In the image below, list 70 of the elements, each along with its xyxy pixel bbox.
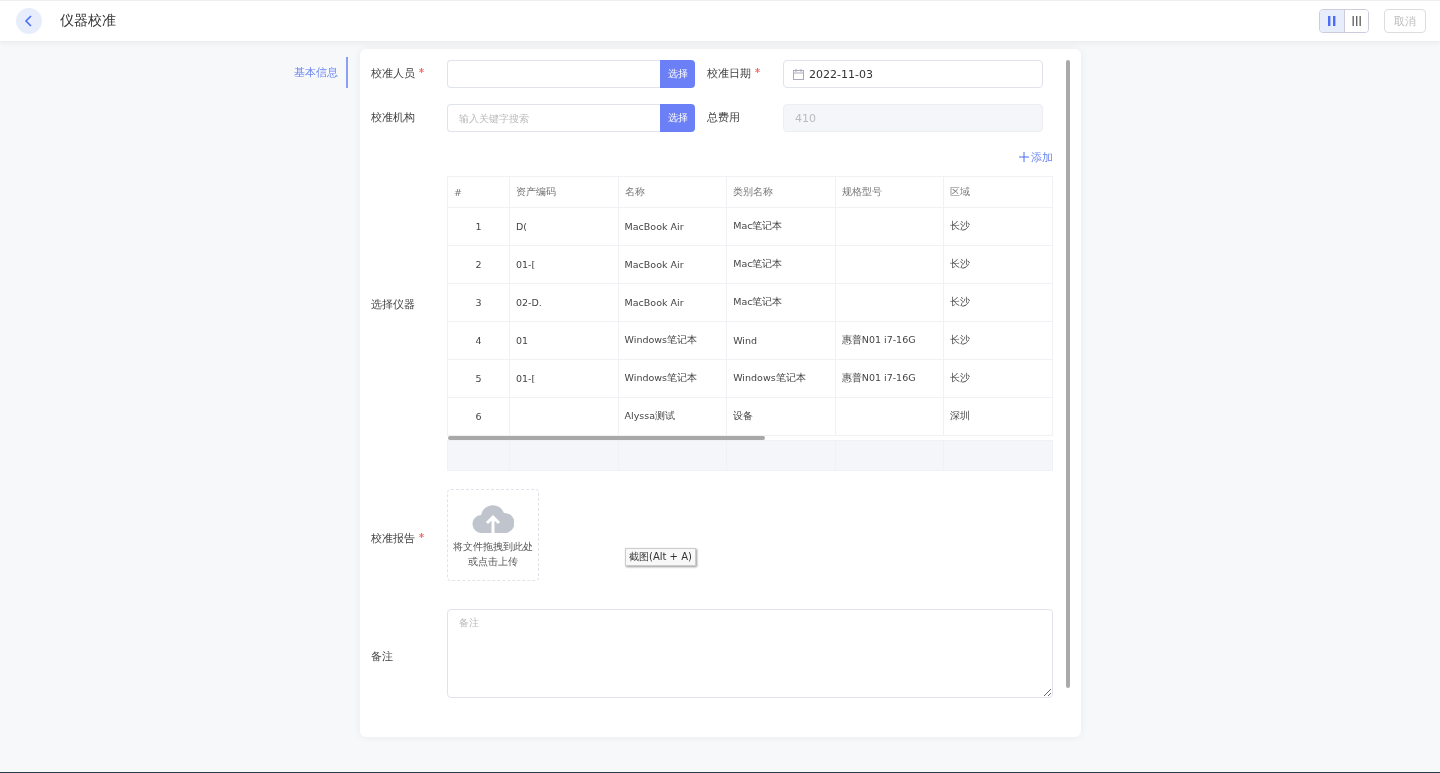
scrollbar[interactable] (447, 436, 765, 440)
table-cell: 02-D. (509, 283, 619, 322)
table-cell: Windows笔记本 (618, 359, 727, 398)
field-label: 校准日期 (707, 67, 751, 80)
table-cell: Wind (726, 321, 836, 360)
three-bars-icon (1350, 14, 1363, 28)
table-cell: 长沙 (943, 283, 1053, 322)
field-label: 备注 (371, 650, 393, 663)
table-cell: Windows笔记本 (726, 359, 836, 398)
table-cell: 惠普N01 i7-16G (835, 359, 944, 398)
table-cell: 01-[ (509, 359, 619, 398)
table-cell: 深圳 (943, 397, 1053, 436)
back-button[interactable] (16, 8, 42, 34)
table-cell: MacBook Air (618, 283, 727, 322)
column-header: 名称 (618, 176, 727, 208)
upload-area[interactable]: 将文件拖拽到此处 或点击上传 (447, 489, 539, 581)
table-cell: 长沙 (943, 321, 1053, 360)
table-cell: 01 (509, 321, 619, 360)
text-field[interactable]: 输入关键字搜索 (447, 104, 660, 132)
field-label: 校准人员 (371, 67, 415, 80)
scrollbar[interactable] (1066, 60, 1070, 688)
table-cell: 4 (447, 321, 510, 360)
table-cell: Mac笔记本 (726, 283, 836, 322)
cancel-button[interactable]: 取消 (1384, 9, 1426, 33)
upload-hint: 或点击上传 (468, 555, 518, 569)
field-label: 校准报告 (371, 531, 415, 545)
column-header: 区域 (943, 176, 1053, 208)
table-cell: 长沙 (943, 245, 1053, 284)
tooltip: 截图(Alt + A) (625, 548, 696, 566)
anchor-link[interactable]: 基本信息 (294, 57, 348, 88)
table-cell: 1 (447, 207, 510, 246)
table-cell: Mac笔记本 (726, 245, 836, 284)
calendar-icon (793, 68, 804, 80)
page-title: 仪器校准 (60, 12, 116, 30)
select-button[interactable]: 选择 (660, 60, 695, 88)
table-cell: 01-[ (509, 245, 619, 284)
remarks-field[interactable]: 备注 (447, 609, 1053, 698)
table-cell: 5 (447, 359, 510, 398)
table-cell: 长沙 (943, 359, 1053, 398)
table-cell: Alyssa测试 (618, 397, 727, 436)
column-header: # (447, 176, 510, 208)
table-cell: Mac笔记本 (726, 207, 836, 246)
plus-icon (1019, 152, 1029, 162)
field-label: 校准机构 (371, 111, 415, 124)
table-cell: 3 (447, 283, 510, 322)
table-cell: MacBook Air (618, 245, 727, 284)
upload-hint: 将文件拖拽到此处 (453, 540, 533, 554)
table-cell: 长沙 (943, 207, 1053, 246)
field-label: 选择仪器 (371, 297, 416, 312)
view-toggle-button[interactable] (1320, 10, 1344, 32)
cloud-upload-icon (472, 503, 514, 535)
table-cell: MacBook Air (618, 207, 727, 246)
table-cell: Windows笔记本 (618, 321, 727, 360)
column-header: 规格型号 (835, 176, 944, 208)
readonly-field: 410 (783, 104, 1043, 132)
column-header: 类别名称 (726, 176, 836, 208)
back-icon (24, 15, 34, 27)
date-field[interactable]: 2022-11-03 (783, 60, 1043, 88)
table-cell: 6 (447, 397, 510, 436)
two-bars-icon (1326, 14, 1338, 28)
table-cell: D( (509, 207, 619, 246)
table-cell: 设备 (726, 397, 836, 436)
table-cell: 2 (447, 245, 510, 284)
table-cell: 惠普N01 i7-16G (835, 321, 944, 360)
add-link[interactable]: 添加 (1019, 149, 1053, 165)
text-field[interactable] (447, 60, 660, 88)
select-button[interactable]: 选择 (660, 104, 695, 132)
field-label: 总费用 (707, 111, 740, 124)
view-toggle-button[interactable] (1344, 10, 1368, 32)
column-header: 资产编码 (509, 176, 619, 208)
